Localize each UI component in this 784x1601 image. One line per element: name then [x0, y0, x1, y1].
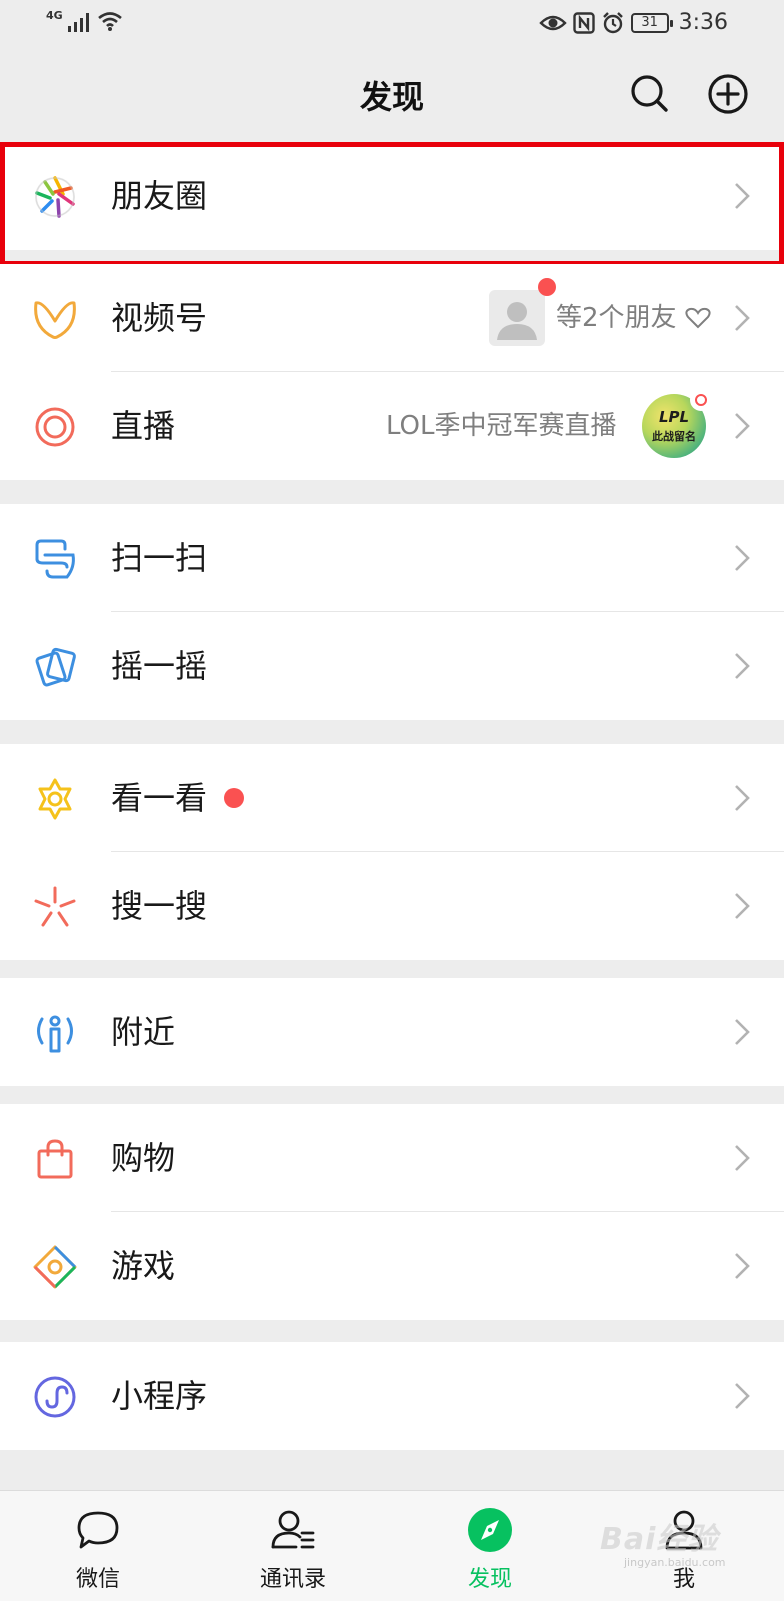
live-thumb-subtitle: 此战留名	[652, 430, 696, 443]
heart-icon	[685, 307, 711, 329]
chevron-right-icon	[735, 1019, 750, 1045]
tab-contacts[interactable]: 通讯录	[233, 1491, 353, 1601]
cell-top-stories[interactable]: 看一看	[0, 744, 784, 852]
cell-label: 摇一摇	[111, 647, 208, 685]
cell-label: 游戏	[111, 1247, 176, 1285]
cell-nearby[interactable]: 附近	[0, 978, 784, 1086]
cell-label: 扫一扫	[111, 539, 208, 577]
cell-search[interactable]: 搜一搜	[0, 852, 784, 960]
group-nearby: 附近	[0, 978, 784, 1086]
channels-detail: 等2个朋友	[556, 303, 677, 333]
group-scan: 扫一扫 摇一摇	[0, 504, 784, 720]
cell-live[interactable]: 直播 LOL季中冠军赛直播 LPL 此战留名	[0, 372, 784, 480]
tab-discover[interactable]: 发现	[430, 1491, 550, 1601]
user-silhouette-icon	[497, 302, 537, 340]
tab-label: 微信	[75, 1567, 120, 1592]
cell-label: 看一看	[111, 779, 208, 817]
cell-scan[interactable]: 扫一扫	[0, 504, 784, 612]
group-stories: 看一看 搜一搜	[0, 744, 784, 960]
compass-icon	[468, 1508, 512, 1552]
live-indicator	[690, 389, 712, 411]
cell-shake[interactable]: 摇一摇	[0, 612, 784, 720]
group-channels: 视频号 等2个朋友 直播 LOL季中冠军赛直播 LPL 此战留名	[0, 264, 784, 480]
mini-program-icon	[34, 1376, 76, 1418]
chevron-right-icon	[735, 305, 750, 331]
scan-icon	[35, 539, 75, 579]
chat-bubble-icon	[77, 1511, 119, 1549]
badge-dot	[224, 788, 244, 808]
channels-icon	[34, 301, 76, 339]
signal-icon	[67, 13, 89, 32]
chevron-right-icon	[735, 1253, 750, 1279]
wifi-icon	[97, 12, 122, 31]
network-type: 4G	[46, 9, 63, 22]
avatar	[489, 290, 545, 346]
plus-circle-icon	[708, 74, 748, 114]
tab-label: 通讯录	[259, 1567, 326, 1592]
contacts-icon	[271, 1510, 315, 1549]
cell-label: 搜一搜	[111, 887, 208, 925]
alarm-icon	[602, 11, 623, 33]
battery-icon: 31	[630, 12, 673, 33]
status-bar: 4G 31 3:36	[0, 0, 784, 48]
group-shopping: 购物 游戏	[0, 1104, 784, 1320]
cell-label: 朋友圈	[111, 177, 208, 215]
cell-label: 小程序	[111, 1377, 208, 1415]
watermark-url: jingyan.baidu.com	[624, 1556, 726, 1569]
status-left: 4G	[46, 10, 123, 32]
eye-icon	[538, 15, 567, 30]
cell-label: 直播	[111, 407, 176, 445]
status-right: 31 3:36	[538, 10, 728, 35]
cell-channels[interactable]: 视频号 等2个朋友	[0, 264, 784, 372]
chevron-right-icon	[735, 785, 750, 811]
cell-moments[interactable]: 朋友圈	[0, 142, 784, 250]
chevron-right-icon	[735, 653, 750, 679]
search-icon	[631, 75, 668, 112]
search-sparkle-icon	[34, 886, 76, 927]
chevron-right-icon	[735, 183, 750, 209]
search-button[interactable]	[628, 72, 672, 116]
nav-header: 发现	[0, 48, 784, 142]
chevron-right-icon	[735, 413, 750, 439]
chevron-right-icon	[735, 1383, 750, 1409]
battery-level: 31	[641, 14, 658, 30]
cell-games[interactable]: 游戏	[0, 1212, 784, 1320]
games-icon	[33, 1245, 77, 1289]
watermark: Bai经验	[600, 1522, 719, 1557]
aperture-icon	[35, 176, 75, 218]
cell-mini-programs[interactable]: 小程序	[0, 1342, 784, 1450]
nearby-icon	[37, 1015, 73, 1053]
tab-chats[interactable]: 微信	[38, 1491, 158, 1601]
chevron-right-icon	[735, 545, 750, 571]
cell-label: 视频号	[111, 299, 208, 337]
cell-label: 购物	[111, 1139, 176, 1177]
live-detail: LOL季中冠军赛直播	[386, 411, 617, 441]
group-mini-programs: 小程序	[0, 1342, 784, 1450]
group-moments: 朋友圈	[0, 142, 784, 250]
nfc-icon	[572, 11, 595, 34]
tab-label: 发现	[467, 1567, 512, 1592]
cell-label: 附近	[111, 1013, 176, 1051]
chevron-right-icon	[735, 1145, 750, 1171]
add-button[interactable]	[706, 72, 750, 116]
chevron-right-icon	[735, 893, 750, 919]
top-stories-icon	[38, 778, 72, 820]
live-thumb-title: LPL	[658, 408, 690, 426]
live-icon	[35, 407, 75, 447]
cell-shopping[interactable]: 购物	[0, 1104, 784, 1212]
clock: 3:36	[678, 10, 728, 35]
shopping-bag-icon	[37, 1139, 73, 1179]
badge-dot	[538, 278, 556, 296]
shake-icon	[35, 647, 76, 687]
